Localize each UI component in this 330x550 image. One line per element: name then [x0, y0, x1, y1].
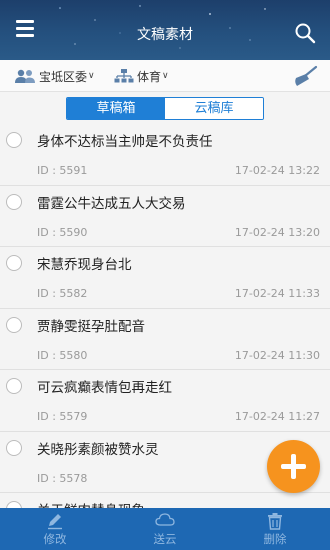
category-filter-label: 体育 [137, 69, 162, 84]
delete-button-label: 删除 [263, 532, 287, 546]
cloud-icon [155, 513, 175, 526]
item-date: 17-02-24 11:27 [234, 410, 320, 423]
search-icon [295, 23, 316, 44]
item-id: ID : 5580 [37, 348, 88, 362]
select-radio[interactable] [6, 439, 22, 456]
department-filter[interactable]: 宝坻区委 ∨ [14, 66, 95, 86]
select-radio[interactable] [6, 501, 22, 508]
clear-filter-button[interactable] [292, 65, 318, 87]
item-id: ID : 5591 [37, 164, 88, 177]
trash-icon [268, 513, 282, 530]
bottom-action-bar: 修改 送云 删除 [0, 508, 330, 550]
people-icon [15, 69, 35, 83]
item-date: 17-02-24 11:33 [234, 287, 320, 300]
list-item[interactable]: 贾静雯挺孕肚配音 ID : 5580 17-02-24 11:30 [0, 309, 330, 370]
select-radio[interactable] [6, 132, 22, 148]
send-to-cloud-label: 送云 [153, 532, 177, 546]
tab-drafts[interactable]: 草稿箱 [67, 98, 165, 119]
item-id: ID : 5590 [37, 225, 88, 239]
item-title: 贾静雯挺孕肚配音 [37, 318, 145, 335]
item-title: 宋慧乔现身台北 [37, 257, 132, 273]
item-title: 雷霆公牛达成五人大交易 [37, 195, 186, 212]
list-item[interactable]: 雷霆公牛达成五人大交易 ID : 5590 17-02-24 13:20 [0, 186, 330, 247]
add-button[interactable] [267, 440, 320, 493]
org-chart-icon [114, 69, 134, 83]
search-button[interactable] [294, 22, 318, 46]
item-date: 17-02-24 11:30 [234, 348, 320, 362]
list-item[interactable]: 关于鲜肉替身现象 [0, 493, 330, 508]
select-radio[interactable] [6, 255, 22, 271]
select-radio[interactable] [6, 316, 22, 333]
edit-button[interactable]: 修改 [0, 508, 110, 550]
item-date: 17-02-24 13:20 [234, 225, 320, 239]
pencil-icon [48, 514, 62, 530]
item-title: 可云疯癫表情包再走红 [37, 380, 172, 396]
delete-button[interactable]: 删除 [220, 508, 330, 550]
filter-bar: 宝坻区委 ∨ 体育 ∨ [0, 60, 330, 92]
list-item[interactable]: 宋慧乔现身台北 ID : 5582 17-02-24 11:33 [0, 247, 330, 309]
chevron-down-icon: ∨ [88, 71, 95, 81]
item-id: ID : 5578 [37, 471, 88, 485]
app-header: 文稿素材 [0, 0, 330, 60]
segmented-control: 草稿箱 云稿库 [66, 97, 264, 120]
department-filter-label: 宝坻区委 [39, 69, 88, 84]
item-date: 17-02-24 13:22 [234, 164, 320, 177]
item-id: ID : 5579 [37, 410, 88, 423]
category-filter[interactable]: 体育 ∨ [114, 66, 169, 86]
select-radio[interactable] [6, 193, 22, 210]
edit-button-label: 修改 [43, 532, 67, 546]
broom-icon [295, 65, 318, 86]
list-item[interactable]: 身体不达标当主帅是不负责任 ID : 5591 17-02-24 13:22 [0, 124, 330, 186]
tab-bar: 草稿箱 云稿库 [0, 92, 330, 124]
item-title: 关晓彤素颜被赞水灵 [37, 441, 159, 458]
item-id: ID : 5582 [37, 287, 88, 300]
menu-icon [16, 20, 34, 23]
list-item[interactable]: 可云疯癫表情包再走红 ID : 5579 17-02-24 11:27 [0, 370, 330, 432]
select-radio[interactable] [6, 378, 22, 394]
chevron-down-icon: ∨ [162, 71, 169, 81]
item-title: 关于鲜肉替身现象 [37, 499, 145, 508]
item-title: 身体不达标当主帅是不负责任 [37, 134, 213, 150]
send-to-cloud-button[interactable]: 送云 [110, 508, 220, 550]
tab-cloud-library[interactable]: 云稿库 [165, 98, 263, 119]
page-title: 文稿素材 [137, 27, 193, 43]
